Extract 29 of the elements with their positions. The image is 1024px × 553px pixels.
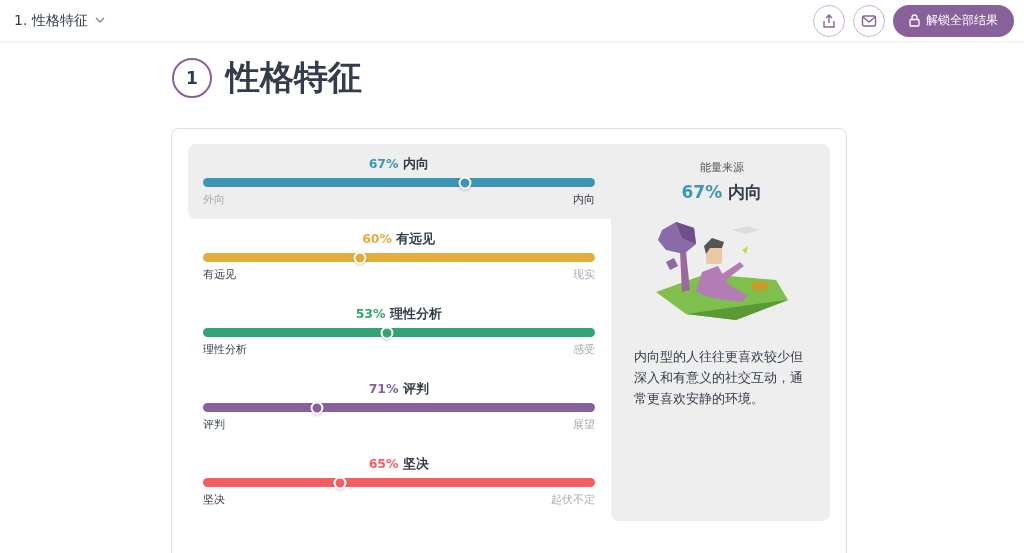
left-label: 理性分析 <box>203 342 247 357</box>
share-icon <box>821 12 837 29</box>
chevron-icon <box>94 17 105 24</box>
trait-row[interactable]: 67% 内向 外向 内向 <box>188 144 611 219</box>
right-label: 展望 <box>572 417 595 432</box>
section-title: 性格特征 <box>226 56 362 99</box>
lock-icon <box>909 14 920 27</box>
detail-heading: 能量来源 <box>699 160 744 175</box>
left-label: 外向 <box>203 192 225 207</box>
trait-label: 67% 内向 <box>368 156 429 171</box>
left-label: 评判 <box>203 417 225 432</box>
detail-result: 67% 内向 <box>681 181 763 204</box>
right-label: 感受 <box>572 342 595 357</box>
left-label: 有远见 <box>203 267 236 282</box>
email-button[interactable] <box>853 4 885 37</box>
right-label: 起伏不定 <box>550 492 595 507</box>
trait-label: 53% 理性分析 <box>355 306 442 321</box>
section-number: 1 <box>172 58 212 98</box>
left-label: 坚决 <box>203 492 225 507</box>
right-label: 内向 <box>572 192 595 207</box>
section-menu[interactable]: 1. 性格特征 <box>14 11 105 30</box>
trait-label: 65% 坚决 <box>368 456 429 471</box>
trait-label: 60% 有远见 <box>362 231 436 246</box>
mail-icon <box>861 13 877 28</box>
detail-description: 内向型的人往往更喜欢较少但深入和有意义的社交互动，通常更喜欢安静的环境。 <box>633 348 804 408</box>
unlock-button[interactable]: 解锁全部结果 <box>893 4 1014 37</box>
right-label: 现实 <box>572 267 595 282</box>
share-button[interactable] <box>813 4 845 37</box>
trait-label: 71% 评判 <box>368 381 429 396</box>
